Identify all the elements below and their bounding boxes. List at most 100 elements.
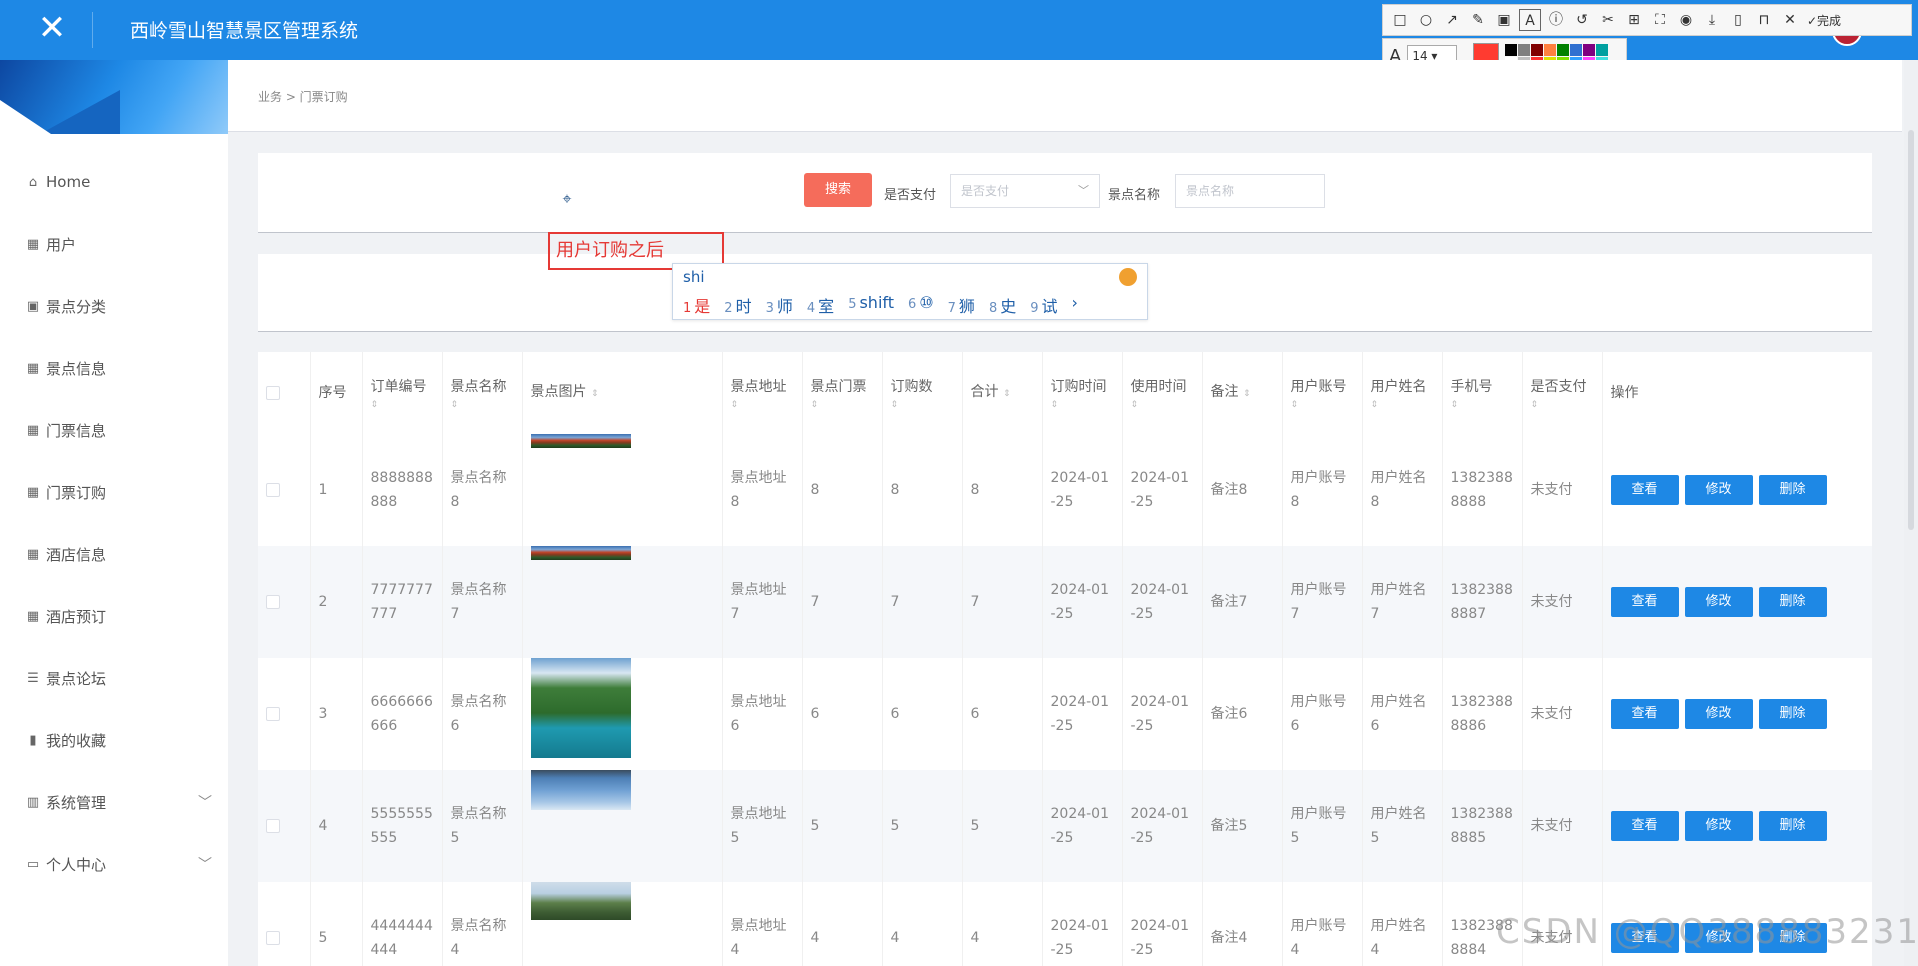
cancel-icon[interactable]: ✕ — [1779, 9, 1801, 31]
record-icon[interactable]: ◉ — [1675, 9, 1697, 31]
sidebar-item-8[interactable]: ☰ 景点论坛 — [26, 666, 212, 690]
scrollbar-thumb[interactable] — [1908, 130, 1914, 530]
row-checkbox[interactable] — [266, 819, 280, 833]
ime-candidate[interactable]: 6⑩ — [908, 293, 934, 317]
sort-icon[interactable]: ⇕ — [1003, 389, 1011, 399]
sort-icon[interactable]: ⇕ — [371, 399, 434, 411]
delete-button[interactable]: 删除 — [1758, 475, 1827, 505]
delete-button[interactable]: 删除 — [1758, 587, 1827, 617]
sidebar-item-4[interactable]: ▦ 门票信息 — [26, 418, 212, 442]
search-button[interactable]: 搜索 — [804, 173, 872, 207]
sidebar-item-10[interactable]: ▥ 系统管理 ﹀ — [26, 790, 212, 814]
sort-icon[interactable]: ⇕ — [891, 399, 954, 411]
color-swatch[interactable] — [1518, 43, 1531, 56]
edit-button[interactable]: 修改 — [1684, 811, 1753, 841]
rectangle-icon[interactable]: □ — [1389, 9, 1411, 31]
view-button[interactable]: 查看 — [1610, 587, 1679, 617]
sort-icon[interactable]: ⇕ — [1371, 399, 1434, 411]
ime-candidate[interactable]: 9试 — [1030, 293, 1057, 317]
arrow-icon[interactable]: ↗ — [1441, 9, 1463, 31]
column-header[interactable]: 景点名称 ⇕ — [442, 352, 523, 434]
pin-icon[interactable]: ▯ — [1727, 9, 1749, 31]
sort-icon[interactable]: ⇕ — [451, 399, 514, 411]
ime-candidate[interactable]: 7狮 — [948, 293, 975, 317]
sort-icon[interactable]: ⇕ — [811, 399, 874, 411]
row-checkbox[interactable] — [266, 595, 280, 609]
ime-candidate[interactable]: 3师 — [766, 293, 793, 317]
cut-icon[interactable]: ✂ — [1597, 9, 1619, 31]
sidebar-item-9[interactable]: ▮ 我的收藏 — [26, 728, 212, 752]
sort-icon[interactable]: ⇕ — [1531, 399, 1594, 411]
sort-icon[interactable]: ⇕ — [1131, 399, 1194, 411]
column-header[interactable]: 操作 — [1602, 352, 1872, 434]
column-header[interactable]: 备注 ⇕ — [1202, 352, 1283, 434]
edit-button[interactable]: 修改 — [1684, 587, 1753, 617]
sidebar-item-11[interactable]: ▭ 个人中心 ﹀ — [26, 852, 212, 876]
sort-icon[interactable]: ⇕ — [1243, 389, 1251, 399]
ime-candidate[interactable]: 8史 — [989, 293, 1016, 317]
sidebar-item-7[interactable]: ▦ 酒店预订 — [26, 604, 212, 628]
color-swatch[interactable] — [1570, 43, 1583, 56]
column-header[interactable]: 用户账号 ⇕ — [1282, 352, 1363, 434]
color-swatch[interactable] — [1531, 43, 1544, 56]
ime-candidate[interactable]: 5 shift — [848, 293, 894, 317]
save-icon[interactable]: ⤓ — [1701, 9, 1723, 31]
page-scrollbar[interactable] — [1904, 60, 1918, 966]
ime-candidate[interactable]: 1是 — [683, 293, 710, 317]
row-checkbox[interactable] — [266, 931, 280, 945]
pen-icon[interactable]: ✎ — [1467, 9, 1489, 31]
column-header[interactable]: 景点图片 ⇕ — [522, 352, 723, 434]
delete-button[interactable]: 删除 — [1758, 811, 1827, 841]
sidebar-item-5[interactable]: ▦ 门票订购 — [26, 480, 212, 504]
column-header[interactable]: 订单编号 ⇕ — [362, 352, 443, 434]
sort-icon[interactable]: ⇕ — [731, 399, 794, 411]
color-swatch[interactable] — [1544, 43, 1557, 56]
mosaic-icon[interactable]: ▣ — [1493, 9, 1515, 31]
number-icon[interactable]: ⓘ — [1545, 9, 1567, 31]
row-checkbox[interactable] — [266, 707, 280, 721]
close-icon[interactable]: ✕ — [34, 10, 70, 46]
color-swatch[interactable] — [1596, 43, 1609, 56]
sort-icon[interactable]: ⇕ — [591, 389, 599, 399]
spot-image[interactable] — [530, 658, 631, 758]
edit-button[interactable]: 修改 — [1684, 475, 1753, 505]
view-button[interactable]: 查看 — [1610, 699, 1679, 729]
edit-button[interactable]: 修改 — [1684, 699, 1753, 729]
spot-image[interactable] — [530, 882, 631, 920]
column-header[interactable]: 订购时间 ⇕ — [1042, 352, 1123, 434]
bookmark-icon[interactable]: ⊓ — [1753, 9, 1775, 31]
text-icon[interactable]: A — [1519, 9, 1541, 31]
color-swatch[interactable] — [1583, 43, 1596, 56]
sidebar-item-1[interactable]: ▦ 用户 — [26, 232, 212, 256]
sort-icon[interactable]: ⇕ — [1051, 399, 1114, 411]
column-header[interactable]: 合计 ⇕ — [962, 352, 1043, 434]
select-all-checkbox[interactable] — [266, 386, 280, 400]
column-header[interactable]: 订购数 ⇕ — [882, 352, 963, 434]
column-header[interactable]: 使用时间 ⇕ — [1122, 352, 1203, 434]
sidebar-item-0[interactable]: ⌂ Home — [26, 170, 212, 194]
spot-name-input[interactable]: 景点名称 — [1175, 174, 1325, 208]
ime-candidate[interactable]: 4室 — [807, 293, 834, 317]
column-header[interactable]: 是否支付 ⇕ — [1522, 352, 1603, 434]
fullscreen-icon[interactable]: ⛶ — [1649, 9, 1671, 31]
sort-icon[interactable]: ⇕ — [1291, 399, 1354, 411]
column-header[interactable]: 手机号 ⇕ — [1442, 352, 1523, 434]
ocr-icon[interactable]: ⊞ — [1623, 9, 1645, 31]
sidebar-item-2[interactable]: ▣ 景点分类 — [26, 294, 212, 318]
column-header[interactable]: 景点门票 ⇕ — [802, 352, 883, 434]
ime-candidate[interactable]: 2时 — [724, 293, 751, 317]
paid-select[interactable]: 是否支付 ﹀ — [950, 174, 1100, 208]
undo-icon[interactable]: ↺ — [1571, 9, 1593, 31]
spot-image[interactable] — [530, 770, 631, 810]
color-swatch[interactable] — [1557, 43, 1570, 56]
sort-icon[interactable]: ⇕ — [1451, 399, 1514, 411]
column-header[interactable]: 用户姓名 ⇕ — [1362, 352, 1443, 434]
spot-image[interactable] — [530, 434, 631, 448]
column-header[interactable]: 序号 — [310, 352, 363, 434]
ellipse-icon[interactable]: ○ — [1415, 9, 1437, 31]
color-swatch[interactable] — [1505, 43, 1518, 56]
sidebar-item-6[interactable]: ▦ 酒店信息 — [26, 542, 212, 566]
delete-button[interactable]: 删除 — [1758, 699, 1827, 729]
sidebar-item-3[interactable]: ▦ 景点信息 — [26, 356, 212, 380]
ime-next-icon[interactable]: › — [1072, 293, 1078, 317]
